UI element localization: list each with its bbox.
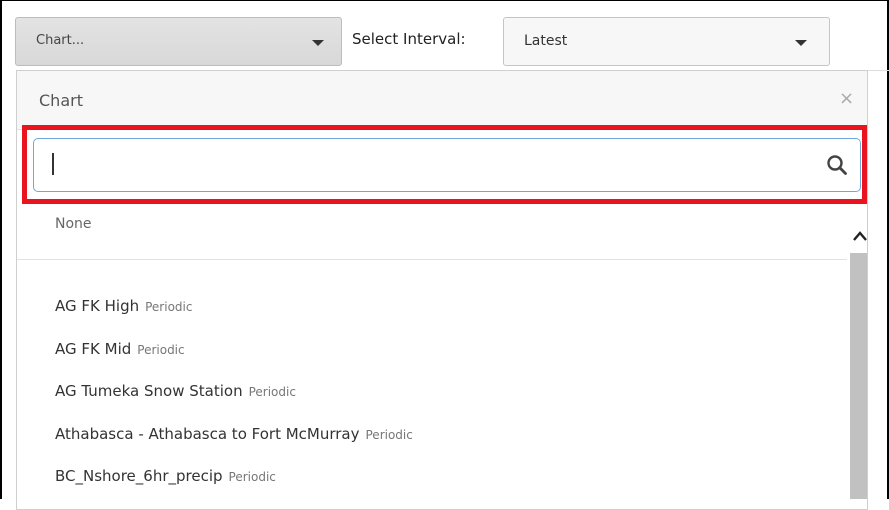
list-item[interactable]: AG Tumeka Snow Station Periodic (55, 381, 296, 400)
interval-select[interactable]: Latest (503, 17, 830, 66)
scroll-up-icon[interactable] (850, 225, 870, 247)
option-none[interactable]: None (55, 216, 92, 232)
panel-title: Chart (39, 91, 83, 110)
close-icon[interactable]: × (839, 90, 854, 108)
list-item-name: AG Tumeka Snow Station (55, 382, 243, 400)
chart-select-label: Chart... (36, 33, 85, 48)
interval-select-value: Latest (524, 33, 568, 49)
list-item-tag: Periodic (365, 428, 413, 442)
text-cursor (52, 153, 54, 175)
scrollbar-thumb[interactable] (850, 253, 867, 499)
search-box[interactable] (33, 138, 861, 192)
search-input[interactable] (52, 153, 812, 177)
list-item-tag: Periodic (228, 470, 276, 484)
list-item-tag: Periodic (145, 300, 193, 314)
list-item[interactable]: Athabasca - Athabasca to Fort McMurray Pe… (55, 424, 413, 443)
frame-border-left (0, 0, 2, 499)
chart-select[interactable]: Chart... (15, 17, 342, 66)
panel-header: Chart × (17, 71, 867, 130)
list-item-name: AG FK Mid (55, 340, 132, 358)
search-icon[interactable] (826, 154, 848, 176)
list-item-name: Athabasca - Athabasca to Fort McMurray (55, 425, 360, 443)
list-divider (17, 259, 847, 260)
chevron-down-icon (312, 40, 324, 46)
list-item-tag: Periodic (248, 385, 296, 399)
list-item-name: BC_Nshore_6hr_precip (55, 467, 223, 485)
list-item-tag: Periodic (137, 343, 185, 357)
list-item[interactable]: AG FK Mid Periodic (55, 339, 185, 358)
frame-border-top (0, 0, 889, 1)
list-item-name: AG FK High (55, 297, 140, 315)
chevron-down-icon (795, 40, 807, 46)
list-item[interactable]: AG FK High Periodic (55, 296, 192, 315)
list-item[interactable]: BC_Nshore_6hr_precip Periodic (55, 466, 276, 485)
interval-label: Select Interval: (352, 30, 466, 48)
